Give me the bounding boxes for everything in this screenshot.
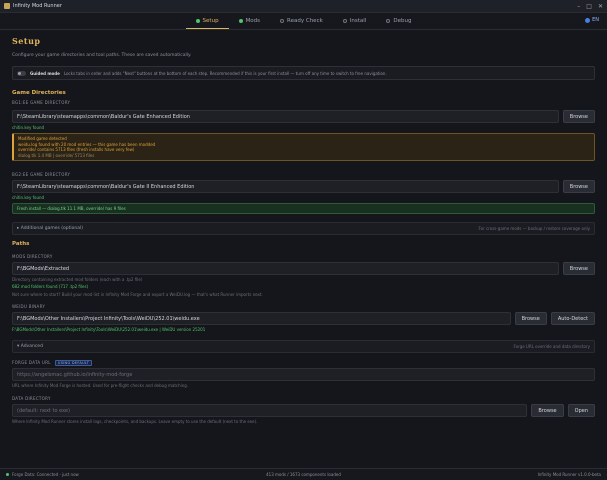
fresh-install-notice: Fresh install — dialog.tlk 11.1 MB, over… (12, 203, 595, 214)
weidu-path-input[interactable]: F:\BGMods\Other Installers\Project Infin… (12, 312, 511, 325)
status-bar: Forge Data: Connected · just now 413 mod… (0, 468, 607, 480)
additional-games-hint: For cross-game mods — backup / restore c… (478, 226, 590, 231)
bgee-status: chitin.key found (12, 125, 45, 130)
bgee-dir-label: BG1:EE GAME DIRECTORY (12, 100, 71, 105)
maximize-icon[interactable]: □ (586, 3, 592, 10)
mods-dir-label: MODS DIRECTORY (12, 254, 53, 259)
app-version: Infinity Mod Runner v1.0.0-beta (537, 472, 601, 477)
language-selector[interactable]: EN (585, 17, 599, 23)
close-icon[interactable]: ✕ (598, 3, 603, 10)
tab-install[interactable]: Install (333, 13, 377, 29)
data-dir-input[interactable]: (default: next to exe) (12, 404, 528, 417)
forge-url-hint: URL where Infinity Mod Forge is hosted. … (12, 383, 189, 388)
data-dir-open-button[interactable]: Open (567, 404, 595, 417)
mods-dir-hint-2: Not sure where to start? Build your mod … (12, 292, 263, 297)
mods-browse-button[interactable]: Browse (562, 262, 595, 275)
bgee-dir-input[interactable]: F:\SteamLibrary\steamapps\common\Baldur'… (12, 110, 559, 123)
weidu-status: F:\BGMods\Other Installers\Project Infin… (12, 327, 206, 332)
auto-detect-button[interactable]: Auto-Detect (550, 312, 595, 325)
tab-bar: Setup Mods Ready Check Install Debug EN (0, 13, 607, 30)
mods-dir-input[interactable]: F:\BGMods\Extracted (12, 262, 559, 275)
connected-dot-icon (6, 473, 9, 476)
globe-icon (585, 17, 591, 23)
tab-ready-check[interactable]: Ready Check (270, 13, 333, 29)
status-dot-icon (238, 19, 243, 23)
forge-url-input[interactable]: https://angelsmac.github.io/infinity-mod… (12, 368, 595, 381)
data-dir-browse-button[interactable]: Browse (531, 404, 564, 417)
app-icon (4, 3, 10, 9)
weidu-label: WEIDU BINARY (12, 304, 46, 309)
status-dot-icon (386, 19, 391, 23)
using-default-badge: USING DEFAULT (54, 360, 93, 366)
warning-detail: dialog.tlk 1.4 MB | override/ 5713 files (18, 152, 95, 158)
bg2ee-dir-input[interactable]: F:\SteamLibrary\steamapps\common\Baldur'… (12, 180, 559, 193)
bg2ee-status: chitin.key found (12, 195, 45, 200)
title-bar: Infinity Mod Runner – □ ✕ (0, 0, 607, 13)
bgee-dir-row: F:\SteamLibrary\steamapps\common\Baldur'… (12, 110, 595, 123)
forge-url-label: FORGE DATA URL USING DEFAULT (12, 360, 93, 366)
bg2ee-dir-label: BG2:EE GAME DIRECTORY (12, 172, 71, 177)
page-subtitle: Configure your game directories and tool… (12, 53, 192, 58)
forge-url-row: https://angelsmac.github.io/infinity-mod… (12, 368, 595, 381)
data-dir-row: (default: next to exe) Browse Open (12, 404, 595, 417)
modified-game-warning: Modified game detected weidu.log found w… (12, 133, 595, 161)
tab-debug[interactable]: Debug (376, 13, 421, 29)
guided-mode-label: Guided mode (30, 70, 60, 76)
guided-mode-desc: Locks tabs in order and adds "Next" butt… (63, 70, 387, 76)
status-dot-icon (195, 18, 200, 23)
guided-mode-bar: Guided mode Locks tabs in order and adds… (12, 66, 595, 80)
status-dot-icon (342, 19, 347, 23)
setup-panel: Setup Configure your game directories an… (12, 36, 595, 424)
forge-status: Forge Data: Connected · just now (12, 472, 79, 477)
minimize-icon[interactable]: – (577, 3, 580, 10)
game-directories-heading: Game Directories (12, 90, 66, 96)
mods-dir-hint: Directory containing extracted mod folde… (12, 277, 143, 282)
mods-dir-row: F:\BGMods\Extracted Browse (12, 262, 595, 275)
window-title: Infinity Mod Runner (13, 3, 62, 9)
data-dir-label: DATA DIRECTORY (12, 396, 51, 401)
bg2ee-dir-row: F:\SteamLibrary\steamapps\common\Baldur'… (12, 180, 595, 193)
advanced-toggle[interactable]: ▾ Advanced Forge URL override and data d… (12, 340, 595, 353)
guided-mode-toggle[interactable] (17, 70, 26, 76)
status-dot-icon (280, 19, 285, 23)
bgee-browse-button[interactable]: Browse (562, 110, 595, 123)
mods-dir-status: 682 mod folders found (717 .tp2 files) (12, 284, 89, 289)
additional-games-toggle[interactable]: ▸ Additional games (optional) For cross-… (12, 222, 595, 235)
mods-loaded-count: 413 mods / 1673 components loaded (266, 472, 341, 477)
tab-setup[interactable]: Setup (185, 13, 229, 29)
tab-mods[interactable]: Mods (229, 13, 270, 29)
data-dir-hint: Where Infinity Mod Runner stores install… (12, 419, 258, 424)
page-title: Setup (12, 36, 41, 46)
weidu-row: F:\BGMods\Other Installers\Project Infin… (12, 312, 595, 325)
advanced-hint: Forge URL override and data directory (513, 344, 590, 349)
window-controls: – □ ✕ (577, 3, 603, 10)
bg2ee-browse-button[interactable]: Browse (562, 180, 595, 193)
weidu-browse-button[interactable]: Browse (514, 312, 547, 325)
paths-heading: Paths (12, 241, 30, 247)
